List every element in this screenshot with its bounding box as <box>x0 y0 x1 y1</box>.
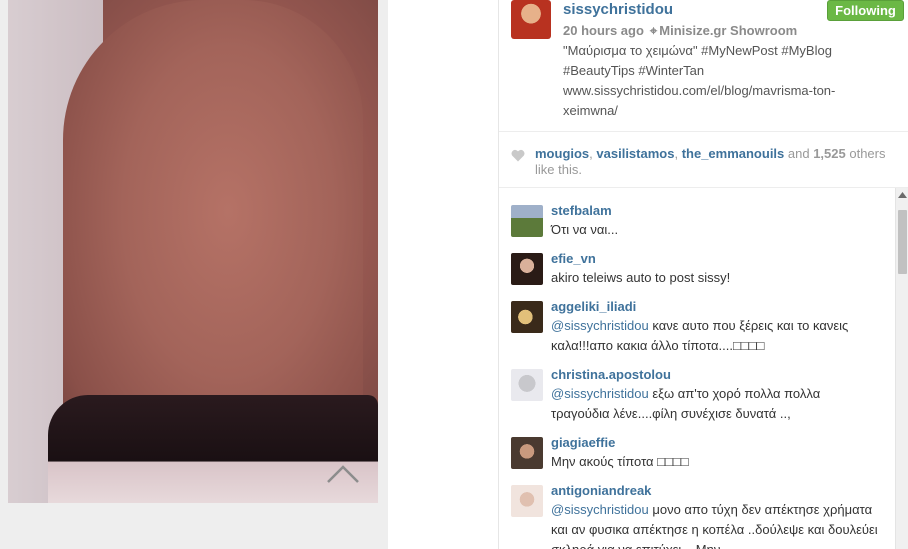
post-location[interactable]: Minisize.gr Showroom <box>659 23 797 38</box>
post-details: sissychristidou Following 20 hours ago ⌖ M… <box>498 0 908 549</box>
photo-clothing <box>48 395 378 503</box>
comment-text: @sissychristidou κανε αυτο που ξέρεις κα… <box>551 316 879 356</box>
location-pin-icon: ⌖ <box>649 23 658 38</box>
liker-link[interactable]: mougios <box>535 146 589 161</box>
likes-text: mougios, vasilistamos, the_emmanouils an… <box>535 146 907 178</box>
following-button[interactable]: Following <box>827 0 904 21</box>
comment-body: Ότι να ναι... <box>551 222 619 237</box>
post-time: 20 hours ago <box>563 23 644 38</box>
comment-username[interactable]: efie_vn <box>551 251 596 266</box>
scroll-to-top-icon[interactable] <box>326 462 360 484</box>
comment-username[interactable]: antigoniandreak <box>551 483 651 498</box>
comment-username[interactable]: giagiaeffie <box>551 435 615 450</box>
comment-text: @sissychristidou μονο απο τύχη δεν απέκτ… <box>551 500 879 549</box>
comment-username[interactable]: christina.apostolou <box>551 367 671 382</box>
comment-avatar[interactable] <box>511 253 543 285</box>
comment-avatar[interactable] <box>511 485 543 517</box>
likes-others: others <box>845 146 886 161</box>
comment-username[interactable]: aggeliki_iliadi <box>551 299 636 314</box>
likes-and: and <box>784 146 814 161</box>
comment-body: akiro teleiws auto to post sissy! <box>551 270 731 285</box>
comments-list: stefbalam Ότι να ναι... efie_vn akiro te… <box>499 188 895 549</box>
comment-mention[interactable]: @sissychristidou <box>551 386 649 401</box>
separator: , <box>674 146 682 161</box>
comments-scrollbar[interactable] <box>895 188 908 549</box>
caption-link[interactable]: www.sissychristidou.com/el/blog/mavrisma… <box>563 81 893 101</box>
scroll-up-arrow-icon[interactable] <box>896 190 908 200</box>
avatar[interactable] <box>511 0 551 39</box>
comment-text: @sissychristidou εξω απ'το χορό πολλα πο… <box>551 384 879 424</box>
heart-icon[interactable] <box>511 149 525 162</box>
comment-text: Μην ακούς τίποτα □□□□ <box>551 452 879 472</box>
post-header: sissychristidou Following 20 hours ago ⌖ M… <box>499 0 908 132</box>
comment-avatar[interactable] <box>511 369 543 401</box>
likes-count[interactable]: 1,525 <box>813 146 846 161</box>
comment-body: Μην ακούς τίποτα □□□□ <box>551 454 689 469</box>
caption-line: "Μαύρισμα το χειμώνα" #MyNewPost #MyBlog <box>563 43 832 58</box>
caption-link[interactable]: xeimwna/ <box>563 101 893 121</box>
post-photo[interactable] <box>8 0 378 503</box>
scrollbar-thumb[interactable] <box>898 210 907 274</box>
comment-avatar[interactable] <box>511 205 543 237</box>
comment-mention[interactable]: @sissychristidou <box>551 502 649 517</box>
comment-mention[interactable]: @sissychristidou <box>551 318 649 333</box>
comment-avatar[interactable] <box>511 301 543 333</box>
post-username[interactable]: sissychristidou <box>563 1 673 18</box>
likes-section: mougios, vasilistamos, the_emmanouils an… <box>499 132 908 188</box>
comment-username[interactable]: stefbalam <box>551 203 612 218</box>
photo-pane <box>0 0 388 549</box>
comment-text: akiro teleiws auto to post sissy! <box>551 268 879 288</box>
comment-text: Ότι να ναι... <box>551 220 879 240</box>
liker-link[interactable]: vasilistamos <box>596 146 674 161</box>
post-caption: "Μαύρισμα το χειμώνα" #MyNewPost #MyBlog… <box>563 41 893 121</box>
liker-link[interactable]: the_emmanouils <box>682 146 785 161</box>
comment-avatar[interactable] <box>511 437 543 469</box>
caption-line: #BeautyTips #WinterTan <box>563 63 705 78</box>
post-meta: 20 hours ago ⌖ Minisize.gr Showroom <box>563 23 797 39</box>
likes-suffix: like this. <box>535 162 582 177</box>
